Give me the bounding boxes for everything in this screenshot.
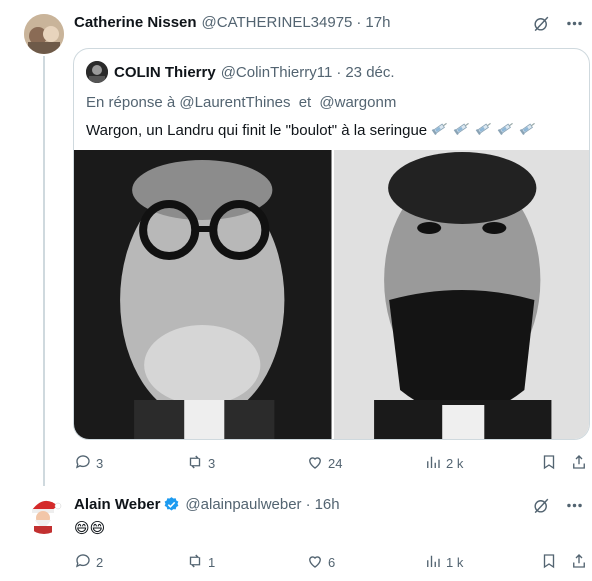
- syringe-icon: [497, 121, 515, 139]
- reply-conj: et: [298, 94, 312, 111]
- tweet-actions: 2 1 6 1 k: [74, 552, 585, 573]
- views-count: 1 k: [446, 555, 464, 570]
- bookmark-icon: [540, 552, 562, 573]
- tweet-catherine[interactable]: Catherine Nissen @CATHERINEL34975 · 17h …: [0, 0, 592, 486]
- mention-laurentthines[interactable]: @LaurentThines: [179, 94, 290, 111]
- views-button[interactable]: 2 k: [424, 453, 463, 474]
- like-icon: [306, 453, 328, 474]
- tweet-text: 😄😄: [74, 520, 106, 537]
- like-count: 6: [328, 555, 336, 570]
- syringe-icon: [453, 121, 471, 139]
- tweet-top-icons: [532, 14, 584, 38]
- photo-right[interactable]: [333, 150, 589, 439]
- grok-slash-icon[interactable]: [532, 496, 551, 520]
- syringe-icon: [431, 121, 449, 139]
- reply-count: 2: [96, 555, 104, 570]
- grok-slash-icon[interactable]: [532, 14, 551, 38]
- reply-prefix: En réponse à: [86, 94, 176, 111]
- views-count: 2 k: [446, 456, 464, 471]
- tweet-header: Catherine Nissen @CATHERINEL34975 · 17h: [74, 14, 390, 31]
- tweet-alain[interactable]: Alain Weber @alainpaulweber · 16h 😄😄 2 1…: [0, 486, 592, 581]
- repost-count: 3: [208, 456, 216, 471]
- thread-line: [43, 56, 45, 486]
- like-count: 24: [328, 456, 343, 471]
- views-icon: [424, 453, 446, 474]
- syringe-icon: [519, 121, 537, 139]
- mention-wargonm[interactable]: @wargonm: [319, 94, 396, 111]
- repost-count: 1: [208, 555, 216, 570]
- like-icon: [306, 552, 328, 573]
- separator: ·: [356, 14, 362, 31]
- quoted-tweet[interactable]: COLIN Thierry @ColinThierry11 · 23 déc. …: [73, 48, 590, 440]
- separator: ·: [305, 496, 311, 513]
- repost-icon: [186, 552, 208, 573]
- syringe-emojis: [427, 121, 537, 139]
- like-button[interactable]: 6: [306, 552, 335, 573]
- quote-photos: [74, 150, 589, 439]
- quote-timestamp: 23 déc.: [345, 63, 395, 81]
- share-button[interactable]: [570, 453, 592, 474]
- tweet-actions: 3 3 24 2 k: [74, 453, 585, 474]
- author-handle[interactable]: @CATHERINEL34975: [202, 14, 353, 31]
- bookmark-icon: [540, 453, 562, 474]
- author-name[interactable]: Alain Weber: [74, 496, 160, 513]
- avatar[interactable]: [24, 14, 64, 54]
- reply-context: En réponse à @LaurentThines et @wargonm: [86, 94, 396, 111]
- reply-button[interactable]: 3: [74, 453, 103, 474]
- timestamp[interactable]: 16h: [315, 496, 340, 513]
- timestamp[interactable]: 17h: [365, 14, 390, 31]
- tweet-top-icons: [532, 496, 584, 520]
- like-button[interactable]: 24: [306, 453, 342, 474]
- share-button[interactable]: [570, 552, 592, 573]
- share-icon: [570, 552, 592, 573]
- views-button[interactable]: 1 k: [424, 552, 463, 573]
- reply-button[interactable]: 2: [74, 552, 103, 573]
- quote-text: Wargon, un Landru qui finit le "boulot" …: [86, 121, 428, 139]
- quote-text-row: Wargon, un Landru qui finit le "boulot" …: [86, 121, 537, 139]
- bookmark-button[interactable]: [540, 552, 562, 573]
- bookmark-button[interactable]: [540, 453, 562, 474]
- reply-icon: [74, 552, 96, 573]
- quote-author-handle: @ColinThierry11: [220, 63, 333, 81]
- author-handle[interactable]: @alainpaulweber: [185, 496, 301, 513]
- share-icon: [570, 453, 592, 474]
- more-options-icon[interactable]: [565, 496, 584, 520]
- reply-icon: [74, 453, 96, 474]
- quote-author-name: COLIN Thierry: [114, 63, 216, 81]
- separator: ·: [336, 63, 342, 81]
- quote-header: COLIN Thierry @ColinThierry11 · 23 déc.: [86, 61, 395, 83]
- tweet-header: Alain Weber @alainpaulweber · 16h: [74, 496, 340, 513]
- views-icon: [424, 552, 446, 573]
- photo-left[interactable]: [74, 150, 332, 439]
- repost-icon: [186, 453, 208, 474]
- more-options-icon[interactable]: [565, 14, 584, 38]
- repost-button[interactable]: 1: [186, 552, 215, 573]
- avatar[interactable]: [24, 494, 64, 534]
- verified-badge-icon: [163, 496, 180, 513]
- reply-count: 3: [96, 456, 104, 471]
- repost-button[interactable]: 3: [186, 453, 215, 474]
- author-name[interactable]: Catherine Nissen: [74, 14, 197, 31]
- syringe-icon: [475, 121, 493, 139]
- quote-avatar: [86, 61, 108, 83]
